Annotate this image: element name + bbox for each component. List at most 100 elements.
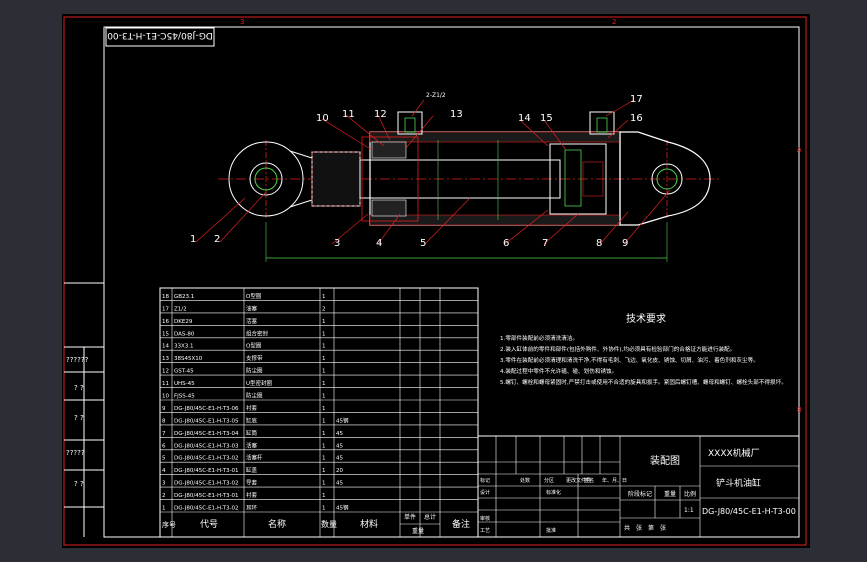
bom-cell-no: 12: [162, 369, 169, 375]
callout-12: 12: [374, 109, 387, 120]
title-weight-label: 重量: [664, 490, 676, 498]
bom-cell-code: DAS-80: [174, 331, 195, 337]
bom-cell-material: 45: [336, 443, 343, 449]
bom-cell-qty: 1: [322, 456, 326, 462]
bom-cell-name: 衬套: [246, 491, 258, 499]
left-margin-label-5: ? ?: [74, 480, 84, 488]
bom-cell-qty: 1: [322, 493, 326, 499]
bom-cell-material: 20: [336, 468, 343, 474]
bom-cell-qty: 1: [322, 468, 326, 474]
zone-label-right-1: A: [797, 146, 802, 154]
bom-cell-no: 13: [162, 356, 169, 362]
bom-cell-name: 防尘圈: [246, 392, 263, 400]
title-row-label-5: 签名: [584, 477, 594, 484]
bom-cell-name: 导套: [246, 479, 258, 487]
bom-cell-qty: 1: [322, 394, 326, 400]
tech-req-line: 1.零部件装配前必须清洗清洁。: [500, 334, 578, 342]
tech-req-line: 3.零件在装配前必须清理和清洗干净,不得有毛刺、飞边、氧化皮、锈蚀、切屑、油污、…: [500, 356, 759, 364]
bom-cell-name: 活塞: [246, 317, 258, 325]
bom-cell-code: Z1/2: [174, 306, 187, 312]
bom-cell-no: 7: [162, 431, 166, 437]
callout-5: 5: [420, 238, 426, 249]
bom-cell-qty: 1: [322, 506, 326, 512]
bom-cell-qty: 1: [322, 406, 326, 412]
bom-cell-no: 10: [162, 394, 169, 400]
bom-header-total: 总计: [424, 513, 436, 521]
bom-cell-code: FJSS-45: [174, 394, 195, 400]
bom-cell-qty: 1: [322, 481, 326, 487]
bom-grid: [160, 288, 478, 537]
bom-cell-code: DG-J80/45C-E1-H-T3-02: [174, 456, 239, 462]
tech-req-title: 技术要求: [626, 312, 666, 325]
bom-cell-code: DG-J80/45C-E1-H-T3-04: [174, 431, 239, 437]
cad-drawing-canvas[interactable]: 3 2 A B DG-J80/45C-E1-H-T3-00 ?????? ? ?…: [0, 0, 867, 562]
bom-cell-name: 支撑带: [246, 354, 263, 362]
callout-4: 4: [376, 238, 382, 249]
bom-cell-qty: 1: [322, 431, 326, 437]
bom-cell-code: DKE29: [174, 319, 193, 325]
title-row-label-3: 分区: [544, 477, 554, 484]
callout-1: 1: [190, 234, 196, 245]
bom-cell-code: DG-J80/45C-E1-H-T3-02: [174, 481, 239, 487]
callout-10: 10: [316, 113, 329, 124]
bom-cell-code: DG-J80/45C-E1-H-T3-03: [174, 443, 239, 449]
bom-cell-code: DG-J80/45C-E1-H-T3-06: [174, 406, 239, 412]
callout-17: 17: [630, 94, 643, 105]
title-sheet-row: 共 张 第 张: [624, 524, 666, 532]
bom-header-material: 材料: [360, 518, 378, 530]
zone-label-top-2: 2: [612, 18, 616, 26]
bom-cell-qty: 1: [322, 319, 326, 325]
bom-cell-no: 8: [162, 418, 166, 424]
bom-cell-no: 2: [162, 493, 166, 499]
bom-header-code: 代号: [200, 519, 218, 530]
tech-req-line: 4.装配过程中零件不允许磕、碰、划伤和锈蚀。: [500, 367, 617, 375]
gland-seal-bottom: [371, 199, 407, 217]
bom-cell-material: 45钢: [336, 504, 349, 512]
bom-cell-code: DG-J80/45C-E1-H-T3-02: [174, 506, 239, 512]
title-part-name: 铲斗机油缸: [716, 477, 761, 489]
left-margin-label-2: ? ?: [74, 384, 84, 392]
bom-cell-no: 1: [162, 506, 166, 512]
bom-cell-name: 缸盖: [246, 466, 258, 474]
bom-cell-qty: 1: [322, 381, 326, 387]
title-drawing-type: 装配图: [650, 454, 680, 467]
title-left-label-3: 工艺: [480, 528, 490, 534]
title-drawing-number: DG-J80/45C-E1-H-T3-00: [702, 507, 796, 516]
bom-cell-name: U型密封圈: [246, 379, 273, 387]
bom-cell-name: O型圈: [246, 292, 262, 300]
title-company: XXXX机械厂: [708, 447, 760, 459]
bom-header-qty: 数量: [321, 519, 337, 529]
title-mid-label-2: 批准: [546, 527, 556, 534]
bom-cell-material: 45钢: [336, 416, 349, 424]
title-row-label-6: 年、月、日: [602, 477, 627, 484]
bom-cell-code: GB23.1: [174, 294, 194, 300]
bom-header-name: 名称: [268, 518, 286, 530]
callout-16: 16: [630, 113, 643, 124]
bom-cell-no: 17: [162, 306, 169, 312]
title-scale-value: 1:1: [684, 507, 694, 514]
bom-cell-qty: 1: [322, 443, 326, 449]
bom-cell-name: 组合密封: [246, 329, 269, 337]
callout-7: 7: [542, 238, 548, 249]
title-scale-label: 比例: [684, 490, 696, 498]
bom-cell-no: 3: [162, 481, 166, 487]
bom-cell-code: DG-J80/45C-E1-H-T3-05: [174, 418, 239, 424]
bom-cell-qty: 1: [322, 369, 326, 375]
bom-cell-name: 油塞: [246, 304, 258, 312]
title-left-label-2: 审核: [480, 515, 490, 522]
bom-cell-code: 38S45X10: [174, 356, 203, 362]
bom-table[interactable]: 18 GB23.1 O型圈 117 Z1/2 油塞 216 DKE29 活塞 115 DAS-80 组…: [159, 287, 479, 538]
bom-cell-name: 缸底: [246, 416, 258, 424]
left-margin-label-4: ?????: [66, 449, 85, 457]
bom-cell-no: 14: [162, 344, 169, 350]
callout-15: 15: [540, 113, 553, 124]
bom-cell-name: 防尘圈: [246, 367, 263, 375]
bom-header-remark: 备注: [452, 518, 470, 530]
bom-cell-code: DG-J80/45C-E1-H-T3-01: [174, 468, 239, 474]
bom-cell-name: 耳环: [246, 505, 258, 512]
bom-cell-material: 45: [336, 431, 343, 437]
title-row-label-2: 处数: [520, 477, 530, 484]
bom-cell-no: 4: [162, 468, 166, 474]
bom-cell-no: 11: [162, 381, 169, 387]
callout-2: 2: [214, 234, 220, 245]
